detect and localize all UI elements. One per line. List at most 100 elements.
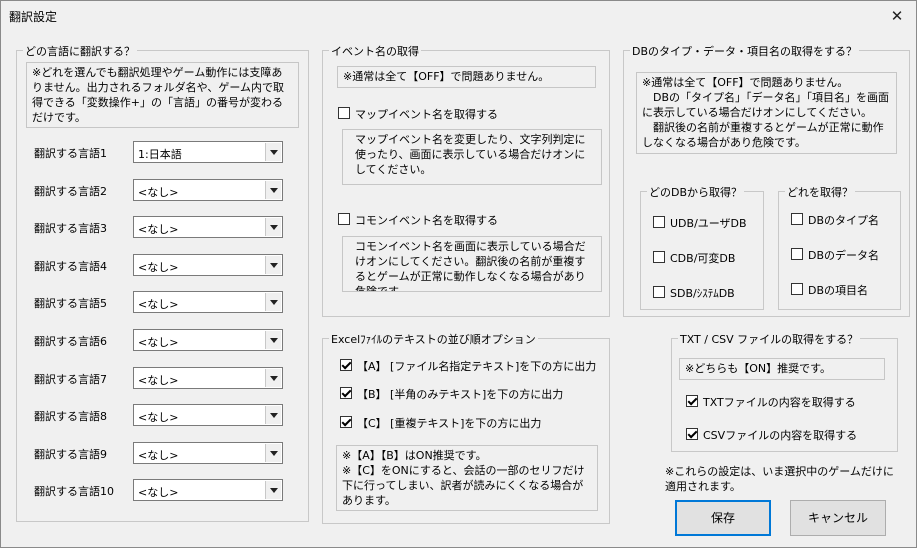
sdb-check-box[interactable] bbox=[653, 286, 665, 298]
language-row: 翻訳する言語4 <なし> bbox=[17, 254, 307, 276]
language-select[interactable]: <なし> bbox=[133, 479, 283, 501]
language-note-text: ※どれを選んでも翻訳処理やゲーム動作には支障ありません。出力されるフォルダ名や、… bbox=[32, 66, 285, 124]
language-row: 翻訳する言語6 <なし> bbox=[17, 329, 307, 351]
excel-option-b-check-box[interactable] bbox=[340, 387, 352, 399]
chevron-down-icon[interactable] bbox=[265, 256, 281, 274]
language-label: 翻訳する言語2 bbox=[34, 185, 107, 198]
excel-note: ※【A】【B】はON推奨です。 ※【C】をONにすると、会話の一部のセリフだけ下… bbox=[336, 445, 598, 511]
map-event-label: マップイベント名を取得する bbox=[355, 108, 498, 121]
event-note-text: ※通常は全て【OFF】で問題ありません。 bbox=[343, 70, 550, 83]
db-type-name-label: DBのタイプ名 bbox=[808, 214, 880, 227]
language-select[interactable]: <なし> bbox=[133, 179, 283, 201]
common-event-note-text: コモンイベント名を画面に表示している場合だけオンにしてください。翻訳後の名前が重… bbox=[355, 240, 586, 292]
db-name-group: DBのタイプ・データ・項目名の取得をする？ ※通常は全て【OFF】で問題ありませ… bbox=[623, 43, 910, 317]
language-row: 翻訳する言語2 <なし> bbox=[17, 179, 307, 201]
language-row: 翻訳する言語9 <なし> bbox=[17, 442, 307, 464]
db-data-name-check-box[interactable] bbox=[791, 248, 803, 260]
map-event-check-box[interactable] bbox=[338, 107, 350, 119]
language-select[interactable]: <なし> bbox=[133, 442, 283, 464]
language-label: 翻訳する言語5 bbox=[34, 297, 107, 310]
chevron-down-icon[interactable] bbox=[265, 481, 281, 499]
language-select-value: <なし> bbox=[138, 186, 179, 199]
db-type-name-check-box[interactable] bbox=[791, 213, 803, 225]
chevron-down-icon[interactable] bbox=[265, 331, 281, 349]
excel-option-a-check-box[interactable] bbox=[340, 359, 352, 371]
language-note: ※どれを選んでも翻訳処理やゲーム動作には支障ありません。出力されるフォルダ名や、… bbox=[26, 62, 299, 128]
settings-dialog: 翻訳設定 ✕ どの言語に翻訳する？ ※どれを選んでも翻訳処理やゲーム動作には支障… bbox=[0, 0, 917, 548]
language-select[interactable]: <なし> bbox=[133, 404, 283, 426]
language-select-value: <なし> bbox=[138, 486, 179, 499]
common-event-label: コモンイベント名を取得する bbox=[355, 214, 498, 227]
language-row: 翻訳する言語1 1:日本語 bbox=[17, 141, 307, 163]
title-bar: 翻訳設定 ✕ bbox=[1, 1, 916, 31]
save-button[interactable]: 保存 bbox=[675, 500, 771, 536]
csv-check-box[interactable] bbox=[686, 428, 698, 440]
language-label: 翻訳する言語7 bbox=[34, 373, 107, 386]
language-select[interactable]: 1:日本語 bbox=[133, 141, 283, 163]
language-group: どの言語に翻訳する？ ※どれを選んでも翻訳処理やゲーム動作には支障ありません。出… bbox=[16, 43, 309, 522]
language-select-value: <なし> bbox=[138, 298, 179, 311]
excel-option-c-check-box[interactable] bbox=[340, 416, 352, 428]
language-select[interactable]: <なし> bbox=[133, 329, 283, 351]
language-select[interactable]: <なし> bbox=[133, 367, 283, 389]
db-source-group-title: どのDBから取得？ bbox=[647, 184, 745, 200]
language-label: 翻訳する言語9 bbox=[34, 448, 107, 461]
language-select-value: <なし> bbox=[138, 223, 179, 236]
map-event-note: マップイベント名を変更したり、文字列判定に使ったり、画面に表示している場合だけオ… bbox=[342, 129, 602, 185]
txt-csv-group: TXT / CSV ファイルの取得をする？ ※どちらも【ON】推奨です。 TXT… bbox=[671, 331, 898, 452]
chevron-down-icon[interactable] bbox=[265, 444, 281, 462]
excel-option-c-label: 【C】 [重複テキスト]を下の方に出力 bbox=[357, 417, 542, 430]
db-item-name-check-box[interactable] bbox=[791, 283, 803, 295]
db-which-group: どれを取得？ DBのタイプ名 DBのデータ名 DBの項目名 bbox=[778, 184, 901, 310]
txt-label: TXTファイルの内容を取得する bbox=[703, 396, 856, 409]
chevron-down-icon[interactable] bbox=[265, 218, 281, 236]
db-item-name-label: DBの項目名 bbox=[808, 284, 869, 297]
db-data-name-label: DBのデータ名 bbox=[808, 249, 880, 262]
udb-check-box[interactable] bbox=[653, 216, 665, 228]
language-select[interactable]: <なし> bbox=[133, 216, 283, 238]
chevron-down-icon[interactable] bbox=[265, 143, 281, 161]
language-select-value: 1:日本語 bbox=[138, 148, 182, 161]
language-label: 翻訳する言語8 bbox=[34, 410, 107, 423]
excel-option-a-label: 【A】 [ファイル名指定テキスト]を下の方に出力 bbox=[357, 360, 597, 373]
language-row: 翻訳する言語7 <なし> bbox=[17, 367, 307, 389]
chevron-down-icon[interactable] bbox=[265, 369, 281, 387]
udb-label: UDB/ユーザDB bbox=[670, 217, 747, 230]
common-event-note: コモンイベント名を画面に表示している場合だけオンにしてください。翻訳後の名前が重… bbox=[342, 236, 602, 292]
language-select-value: <なし> bbox=[138, 374, 179, 387]
common-event-check-box[interactable] bbox=[338, 213, 350, 225]
language-select-value: <なし> bbox=[138, 336, 179, 349]
language-label: 翻訳する言語3 bbox=[34, 222, 107, 235]
cdb-check-box[interactable] bbox=[653, 251, 665, 263]
sdb-label: SDB/ｼｽﾃﾑDB bbox=[670, 287, 735, 300]
language-label: 翻訳する言語1 bbox=[34, 147, 107, 160]
language-select[interactable]: <なし> bbox=[133, 254, 283, 276]
chevron-down-icon[interactable] bbox=[265, 406, 281, 424]
txt-csv-note: ※どちらも【ON】推奨です。 bbox=[679, 358, 885, 380]
event-note: ※通常は全て【OFF】で問題ありません。 bbox=[337, 66, 596, 88]
txt-csv-group-title: TXT / CSV ファイルの取得をする？ bbox=[678, 331, 861, 347]
language-row: 翻訳する言語3 <なし> bbox=[17, 216, 307, 238]
excel-option-b-label: 【B】 [半角のみテキスト]を下の方に出力 bbox=[357, 388, 564, 401]
language-select-value: <なし> bbox=[138, 261, 179, 274]
language-select-value: <なし> bbox=[138, 411, 179, 424]
excel-note-text: ※【A】【B】はON推奨です。 ※【C】をONにすると、会話の一部のセリフだけ下… bbox=[342, 449, 585, 507]
language-label: 翻訳する言語10 bbox=[34, 485, 114, 498]
language-row: 翻訳する言語5 <なし> bbox=[17, 291, 307, 313]
language-row: 翻訳する言語10 <なし> bbox=[17, 479, 307, 501]
chevron-down-icon[interactable] bbox=[265, 293, 281, 311]
language-label: 翻訳する言語6 bbox=[34, 335, 107, 348]
event-name-group-title: イベント名の取得 bbox=[329, 43, 421, 59]
txt-csv-note-text: ※どちらも【ON】推奨です。 bbox=[685, 362, 832, 375]
close-icon[interactable]: ✕ bbox=[884, 4, 910, 28]
language-label: 翻訳する言語4 bbox=[34, 260, 107, 273]
language-row: 翻訳する言語8 <なし> bbox=[17, 404, 307, 426]
db-note-text: ※通常は全て【OFF】で問題ありません。 DBの「タイプ名」「データ名」「項目名… bbox=[642, 76, 890, 149]
language-select-value: <なし> bbox=[138, 449, 179, 462]
cancel-button[interactable]: キャンセル bbox=[790, 500, 886, 536]
language-select[interactable]: <なし> bbox=[133, 291, 283, 313]
db-note: ※通常は全て【OFF】で問題ありません。 DBの「タイプ名」「データ名」「項目名… bbox=[636, 72, 897, 154]
window-title: 翻訳設定 bbox=[9, 10, 58, 24]
txt-check-box[interactable] bbox=[686, 395, 698, 407]
chevron-down-icon[interactable] bbox=[265, 181, 281, 199]
